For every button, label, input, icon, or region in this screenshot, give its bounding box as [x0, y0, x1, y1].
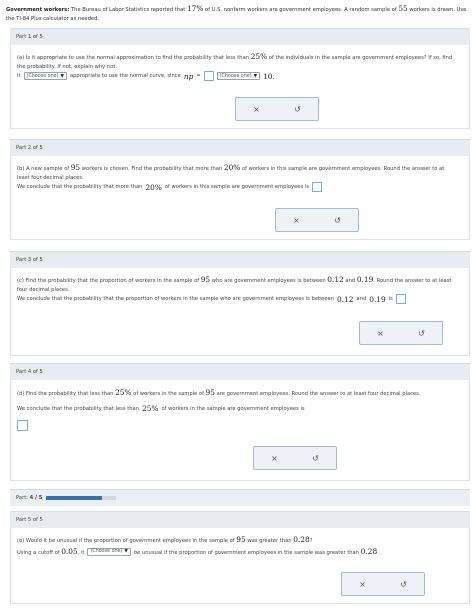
progress-label: Part: 4 / 5 [16, 495, 43, 501]
part4-header: Part 4 of 5 [10, 363, 470, 380]
part5-choice-dropdown[interactable]: (Choose one) ▼ [87, 547, 131, 556]
part1-body: (a) Is it appropriate to use the normal … [10, 45, 470, 129]
part4-question: (d) Find the probability that less than … [17, 388, 421, 397]
part2-question: (b) A new sample of 95 workers is chosen… [17, 163, 445, 181]
part2-actions: × ↺ [275, 208, 359, 232]
part5-question: (e) Would it be unusual if the proportio… [17, 535, 313, 544]
part2-header: Part 2 of 5 [10, 139, 470, 156]
problem-intro: Government workers: The Bureau of Labor … [6, 4, 467, 22]
progress-track [46, 496, 117, 500]
np-answer-input[interactable] [203, 71, 214, 81]
part3-header: Part 3 of 5 [10, 251, 470, 268]
part4-actions: × ↺ [253, 446, 337, 470]
part2-answer-input[interactable] [311, 182, 322, 192]
undo-icon[interactable]: ↺ [312, 454, 319, 463]
part5-body: (e) Would it be unusual if the proportio… [10, 528, 470, 604]
part5-header: Part 5 of 5 [10, 511, 470, 528]
part3-answer-input[interactable] [395, 294, 406, 304]
clear-icon[interactable]: × [271, 454, 278, 463]
progress-fill [46, 496, 103, 500]
part3-actions: × ↺ [359, 321, 443, 345]
intro-title: Government workers: [6, 7, 70, 13]
clear-icon[interactable]: × [359, 580, 366, 589]
part1-choice-dropdown-1[interactable]: (Choose one) ▼ [23, 72, 67, 80]
undo-icon[interactable]: ↺ [418, 329, 425, 338]
caret-down-icon: ▼ [124, 549, 128, 554]
undo-icon[interactable]: ↺ [334, 216, 341, 225]
part2-conclusion: We conclude that the probability that mo… [17, 182, 322, 192]
clear-icon[interactable]: × [377, 329, 384, 338]
part1-answer-row: It (Choose one) ▼ appropriate to use the … [17, 71, 275, 81]
clear-icon[interactable]: × [253, 105, 260, 114]
part5-answer-row: Using a cutoff of 0.05, it (Choose one) ▼… [17, 547, 379, 556]
part1-choice-dropdown-2[interactable]: (Choose one) ▼ [216, 72, 261, 80]
undo-icon[interactable]: ↺ [400, 580, 407, 589]
clear-icon[interactable]: × [293, 216, 300, 225]
part3-question: (c) Find the probability that the propor… [17, 275, 452, 293]
undo-icon[interactable]: ↺ [294, 105, 301, 114]
part5-actions: × ↺ [341, 572, 425, 596]
part1-question: (a) Is it appropriate to use the normal … [17, 52, 453, 70]
part3-conclusion: We conclude that the probability that th… [17, 294, 406, 304]
caret-down-icon: ▼ [60, 73, 64, 79]
part4-conclusion: We conclude that the probability that le… [17, 404, 305, 413]
part1-header: Part 1 of 5 [10, 28, 470, 45]
part4-body: (d) Find the probability that less than … [10, 380, 470, 481]
caret-down-icon: ▼ [253, 73, 258, 79]
part2-body: (b) A new sample of 95 workers is chosen… [10, 156, 470, 240]
part3-body: (c) Find the probability that the propor… [10, 268, 470, 356]
progress-bar-row: Part: 4 / 5 [10, 489, 470, 506]
part4-answer-input[interactable] [17, 420, 28, 431]
part1-actions: × ↺ [235, 97, 319, 121]
